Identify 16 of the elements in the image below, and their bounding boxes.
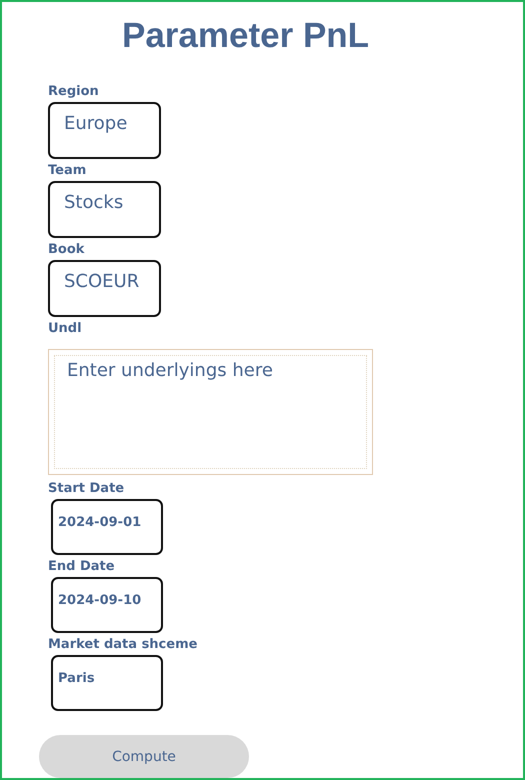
input-field[interactable]: Stocks — [48, 181, 161, 238]
field-label: Undl — [48, 321, 82, 337]
field-label: Team — [48, 163, 86, 179]
text-area[interactable]: Enter underlyings here — [48, 349, 373, 475]
field-label: Market data shceme — [48, 637, 198, 653]
compute-button[interactable]: Compute — [39, 735, 249, 778]
input-field[interactable]: SCOEUR — [48, 260, 161, 317]
form-title: Parameter PnL — [122, 16, 370, 56]
input-field[interactable]: Paris — [51, 655, 163, 711]
input-field[interactable]: Europe — [48, 102, 161, 159]
input-field[interactable]: 2024-09-01 — [51, 499, 163, 555]
field-label: Region — [48, 84, 99, 100]
input-field[interactable]: 2024-09-10 — [51, 577, 163, 633]
field-label: Book — [48, 242, 84, 258]
field-label: End Date — [48, 559, 115, 575]
field-label: Start Date — [48, 481, 124, 497]
